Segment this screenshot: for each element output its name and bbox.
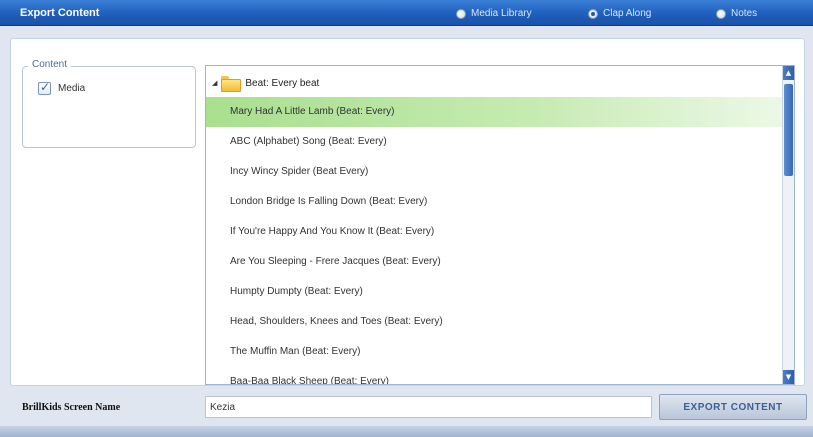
window-bottom-edge	[0, 426, 813, 437]
list-item[interactable]: The Muffin Man (Beat: Every)	[206, 337, 791, 367]
content-groupbox	[22, 66, 196, 148]
radio-dot-icon[interactable]	[716, 8, 726, 19]
screen-name-input[interactable]	[205, 396, 652, 418]
list-item[interactable]: London Bridge Is Falling Down (Beat: Eve…	[206, 187, 791, 217]
scroll-up-icon[interactable]: ▲	[783, 66, 794, 80]
tree-root-label: Beat: Every beat	[245, 77, 320, 89]
radio-notes[interactable]: Notes	[716, 7, 757, 20]
radio-label: Notes	[731, 8, 758, 19]
window-title: Export Content	[20, 7, 100, 19]
triangle-expander-icon[interactable]: ◢	[212, 79, 217, 87]
folder-icon	[221, 76, 242, 92]
content-tree-list[interactable]: ◢ Beat: Every beat Mary Had A Little Lam…	[205, 65, 795, 385]
list-item[interactable]: Baa-Baa Black Sheep (Beat: Every)	[206, 367, 791, 384]
title-bar: Export Content Media Library Clap Along …	[0, 0, 813, 26]
radio-dot-icon[interactable]	[456, 8, 466, 19]
list-item[interactable]: If You're Happy And You Know It (Beat: E…	[206, 217, 791, 247]
vertical-scrollbar[interactable]: ▲ ▼	[782, 66, 794, 384]
export-content-button[interactable]: EXPORT CONTENT	[659, 394, 807, 420]
media-checkbox[interactable]	[38, 80, 51, 95]
scroll-down-icon[interactable]: ▼	[783, 370, 794, 384]
tree-root-node[interactable]: ◢ Beat: Every beat	[212, 72, 319, 94]
radio-label: Media Library	[471, 8, 532, 19]
list-item[interactable]: Head, Shoulders, Knees and Toes (Beat: E…	[206, 307, 791, 337]
media-checkbox-label: Media	[58, 83, 86, 94]
tree-items: Mary Had A Little Lamb (Beat: Every) ABC…	[206, 97, 791, 384]
radio-label: Clap Along	[603, 8, 652, 19]
list-item[interactable]: Incy Wincy Spider (Beat Every)	[206, 157, 791, 187]
list-item[interactable]: ABC (Alphabet) Song (Beat: Every)	[206, 127, 791, 157]
list-item[interactable]: Humpty Dumpty (Beat: Every)	[206, 277, 791, 307]
radio-clap-along[interactable]: Clap Along	[588, 7, 651, 20]
list-item[interactable]: Mary Had A Little Lamb (Beat: Every)	[206, 97, 791, 127]
screen-name-label: BrillKids Screen Name	[22, 402, 121, 413]
radio-media-library[interactable]: Media Library	[456, 7, 532, 20]
scroll-thumb[interactable]	[784, 84, 793, 176]
list-item[interactable]: Are You Sleeping - Frere Jacques (Beat: …	[206, 247, 791, 277]
radio-dot-selected-icon[interactable]	[588, 8, 598, 19]
content-legend: Content	[28, 59, 72, 70]
